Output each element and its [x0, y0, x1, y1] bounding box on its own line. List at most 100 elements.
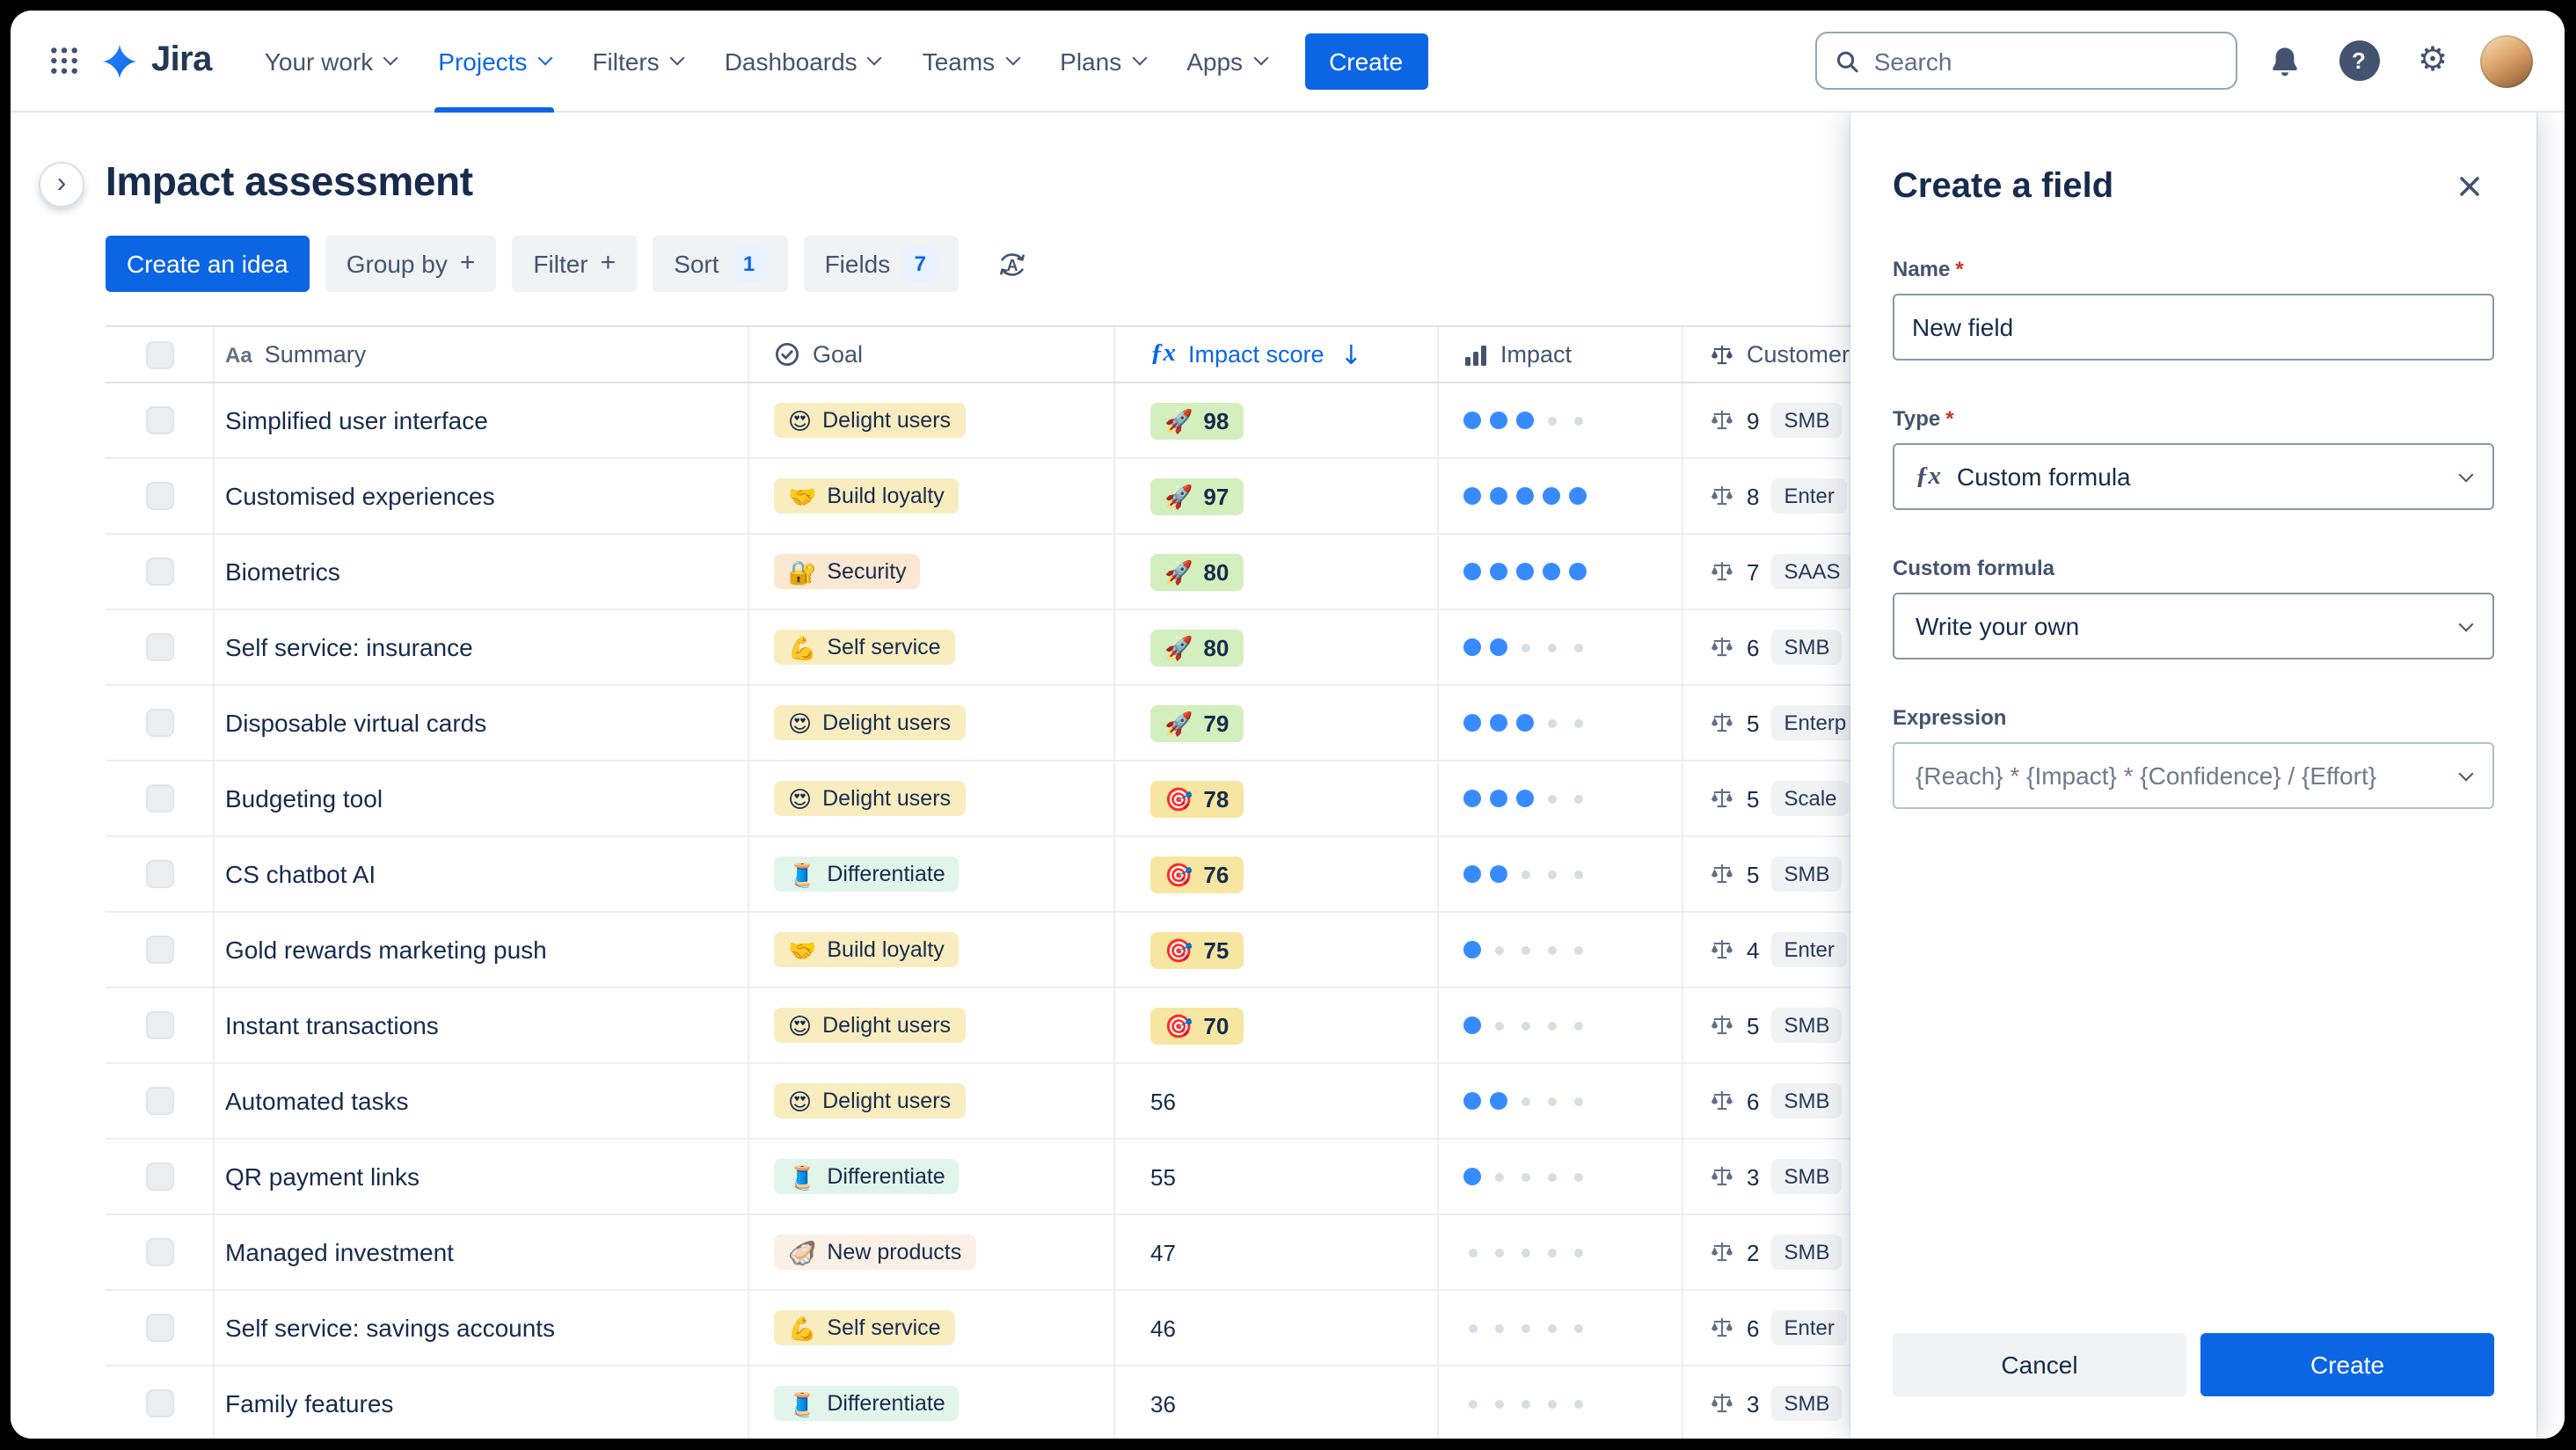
create-field-button[interactable]: Create — [2200, 1333, 2494, 1396]
impact-score-cell[interactable]: 36 — [1115, 1366, 1439, 1439]
table-row[interactable]: CS chatbot AI 🧵 Differentiate 🎯 76 5 SMB — [106, 837, 2105, 913]
impact-cell[interactable] — [1439, 1366, 1683, 1439]
impact-cell[interactable] — [1439, 837, 1683, 911]
summary-cell[interactable]: Gold rewards marketing push — [215, 913, 749, 987]
impact-score-badge[interactable]: 🎯 70 — [1150, 1007, 1244, 1044]
impact-rating[interactable] — [1463, 1016, 1587, 1034]
summary-cell[interactable]: Managed investment — [215, 1215, 749, 1289]
create-button[interactable]: Create — [1304, 33, 1428, 89]
goal-chip[interactable]: 🤝 Build loyalty — [774, 932, 959, 967]
summary-cell[interactable]: Simplified user interface — [215, 383, 749, 457]
impact-cell[interactable] — [1439, 913, 1683, 987]
table-row[interactable]: Instant transactions 😍 Delight users 🎯 7… — [106, 988, 2105, 1064]
table-row[interactable]: Gold rewards marketing push 🤝 Build loya… — [106, 913, 2105, 988]
goal-cell[interactable]: 🧵 Differentiate — [749, 1366, 1115, 1439]
row-checkbox[interactable] — [145, 1389, 173, 1417]
impact-score-cell[interactable]: 🚀 80 — [1115, 610, 1439, 684]
table-row[interactable]: Simplified user interface 😍 Delight user… — [106, 383, 2105, 459]
impact-score-badge[interactable]: 47 — [1150, 1239, 1176, 1265]
column-header-impact[interactable]: Impact — [1439, 327, 1683, 382]
customer-value[interactable]: 3 SMB — [1710, 1386, 1843, 1421]
az-sort-button[interactable]: A — [982, 236, 1041, 292]
app-switcher-button[interactable] — [35, 33, 91, 89]
customer-value[interactable]: 8 Enter — [1710, 478, 1847, 514]
impact-rating[interactable] — [1463, 487, 1587, 505]
goal-cell[interactable]: 🤝 Build loyalty — [749, 913, 1115, 987]
sidebar-expand-button[interactable]: › — [39, 162, 84, 208]
nav-item-5[interactable]: Plans — [1039, 11, 1165, 112]
impact-score-cell[interactable]: 🚀 97 — [1115, 459, 1439, 533]
goal-cell[interactable]: 😍 Delight users — [749, 988, 1115, 1062]
impact-rating[interactable] — [1463, 941, 1587, 958]
impact-score-badge[interactable]: 🚀 80 — [1150, 553, 1244, 590]
row-checkbox[interactable] — [145, 709, 173, 737]
row-checkbox[interactable] — [145, 936, 173, 964]
cancel-button[interactable]: Cancel — [1893, 1333, 2186, 1396]
impact-score-cell[interactable]: 55 — [1115, 1140, 1439, 1213]
customer-value[interactable]: 4 Enter — [1710, 932, 1847, 967]
table-row[interactable]: Biometrics 🔐 Security 🚀 80 7 SAAS — [106, 535, 2105, 610]
impact-score-cell[interactable]: 🚀 79 — [1115, 686, 1439, 760]
row-checkbox[interactable] — [145, 1314, 173, 1342]
goal-cell[interactable]: 🦪 New products — [749, 1215, 1115, 1289]
impact-rating[interactable] — [1463, 790, 1587, 807]
row-checkbox[interactable] — [145, 1162, 173, 1191]
goal-cell[interactable]: 🧵 Differentiate — [749, 837, 1115, 911]
summary-cell[interactable]: Automated tasks — [215, 1064, 749, 1138]
fields-button[interactable]: Fields 7 — [803, 236, 960, 292]
impact-score-cell[interactable]: 🎯 70 — [1115, 988, 1439, 1062]
summary-cell[interactable]: Self service: insurance — [215, 610, 749, 684]
impact-rating[interactable] — [1463, 1092, 1587, 1110]
impact-score-badge[interactable]: 🚀 98 — [1150, 402, 1244, 439]
summary-cell[interactable]: Disposable virtual cards — [215, 686, 749, 760]
notifications-button[interactable] — [2259, 34, 2311, 87]
group-by-button[interactable]: Group by + — [325, 236, 497, 292]
goal-chip[interactable]: 🤝 Build loyalty — [774, 478, 959, 514]
impact-score-badge[interactable]: 🚀 97 — [1150, 477, 1244, 514]
goal-cell[interactable]: 🧵 Differentiate — [749, 1140, 1115, 1213]
impact-cell[interactable] — [1439, 459, 1683, 533]
goal-cell[interactable]: 😍 Delight users — [749, 761, 1115, 835]
table-row[interactable]: QR payment links 🧵 Differentiate 55 3 SM… — [106, 1140, 2105, 1215]
goal-chip[interactable]: 🧵 Differentiate — [774, 1159, 960, 1194]
table-row[interactable]: Automated tasks 😍 Delight users 56 6 SMB — [106, 1064, 2105, 1140]
customer-value[interactable]: 9 SMB — [1710, 403, 1843, 438]
impact-cell[interactable] — [1439, 1215, 1683, 1289]
impact-cell[interactable] — [1439, 1291, 1683, 1365]
expression-select[interactable]: {Reach} * {Impact} * {Confidence} / {Eff… — [1893, 742, 2494, 809]
summary-cell[interactable]: Budgeting tool — [215, 761, 749, 835]
customer-value[interactable]: 6 Enter — [1710, 1310, 1847, 1345]
row-checkbox[interactable] — [145, 482, 173, 510]
impact-score-cell[interactable]: 56 — [1115, 1064, 1439, 1138]
close-panel-button[interactable] — [2445, 162, 2494, 211]
row-checkbox[interactable] — [145, 1238, 173, 1266]
impact-cell[interactable] — [1439, 383, 1683, 457]
customer-value[interactable]: 5 SMB — [1710, 1008, 1843, 1043]
row-checkbox[interactable] — [145, 557, 173, 586]
row-checkbox[interactable] — [145, 406, 173, 434]
summary-cell[interactable]: Customised experiences — [215, 459, 749, 533]
goal-chip[interactable]: 🔐 Security — [774, 554, 921, 589]
help-button[interactable]: ? — [2332, 34, 2385, 87]
global-search[interactable] — [1815, 32, 2237, 90]
impact-rating[interactable] — [1463, 412, 1587, 429]
create-idea-button[interactable]: Create an idea — [106, 236, 310, 292]
impact-cell[interactable] — [1439, 686, 1683, 760]
impact-rating[interactable] — [1463, 1319, 1587, 1337]
customer-value[interactable]: 7 SAAS — [1710, 554, 1853, 589]
column-header-goal[interactable]: Goal — [749, 327, 1115, 382]
summary-cell[interactable]: Self service: savings accounts — [215, 1291, 749, 1365]
table-row[interactable]: Budgeting tool 😍 Delight users 🎯 78 5 Sc… — [106, 761, 2105, 837]
impact-score-badge[interactable]: 56 — [1150, 1088, 1176, 1114]
field-type-select[interactable]: ƒx Custom formula — [1893, 443, 2494, 510]
row-checkbox[interactable] — [145, 860, 173, 888]
table-row[interactable]: Disposable virtual cards 😍 Delight users — [106, 686, 2105, 761]
impact-score-cell[interactable]: 🎯 78 — [1115, 761, 1439, 835]
table-row[interactable]: Managed investment 🦪 New products 47 2 S… — [106, 1215, 2105, 1291]
impact-cell[interactable] — [1439, 535, 1683, 608]
column-header-summary[interactable]: Aa Summary — [215, 327, 749, 382]
row-checkbox[interactable] — [145, 1011, 173, 1039]
summary-cell[interactable]: Instant transactions — [215, 988, 749, 1062]
impact-score-badge[interactable]: 🎯 78 — [1150, 780, 1244, 817]
table-row[interactable]: Self service: insurance 💪 Self service 🚀… — [106, 610, 2105, 686]
